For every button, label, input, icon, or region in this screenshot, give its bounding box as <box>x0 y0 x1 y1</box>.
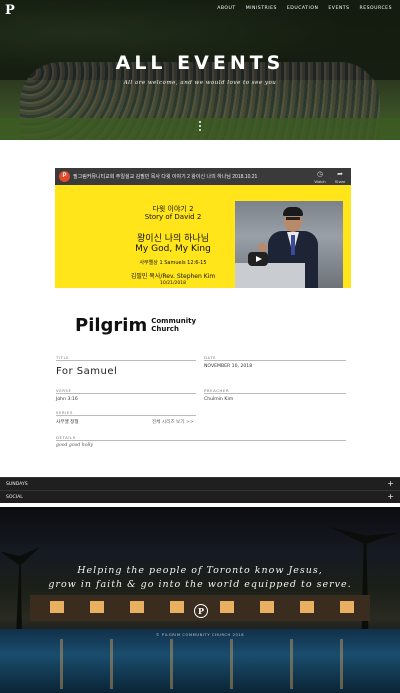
pool-reflection <box>0 629 400 693</box>
sermon-date: NOVEMBER 10, 2018 <box>204 364 253 369</box>
sermon-title: For Samuel <box>56 366 118 377</box>
nav-resources[interactable]: RESOURCES <box>360 6 392 11</box>
nav-education[interactable]: EDUCATION <box>287 6 319 11</box>
share-icon: ➦ <box>337 171 343 178</box>
brand-pilgrim: Pilgrim <box>75 314 148 336</box>
plus-icon: + <box>387 479 394 488</box>
share-button[interactable]: ➦ Share <box>330 171 350 184</box>
footer-tagline-2: grow in faith & go into the world equipp… <box>48 579 352 590</box>
copyright: © PILGRIM COMMUNITY CHURCH 2018 <box>155 633 245 637</box>
video-player[interactable]: P 필그림커뮤니티교회 주일설교 김필민 목사 다윗 이야기 2 왕이신 나의 … <box>55 168 351 348</box>
palm-tree <box>0 547 40 637</box>
video-title[interactable]: 필그림커뮤니티교회 주일설교 김필민 목사 다윗 이야기 2 왕이신 나의 하나… <box>73 173 257 180</box>
clock-icon: ◷ <box>316 171 324 178</box>
preacher-photo <box>235 201 343 288</box>
page: P ABOUT MINISTRIES EDUCATION EVENTS RESO… <box>0 0 400 693</box>
footer-logo[interactable]: P <box>194 604 208 618</box>
nav-events[interactable]: EVENTS <box>328 6 349 11</box>
page-title: ALL EVENTS <box>115 52 285 74</box>
accordion-social[interactable]: SOCIAL + <box>0 490 400 503</box>
sermon-preacher: Chulmin Kim <box>204 397 234 402</box>
brand-community-church: Community Church <box>151 317 197 333</box>
sermon-details: good good holly <box>56 443 94 448</box>
more-dots-icon[interactable] <box>198 121 202 135</box>
video-title-bar: P 필그림커뮤니티교회 주일설교 김필민 목사 다윗 이야기 2 왕이신 나의 … <box>55 168 351 189</box>
page-subtitle: All are welcome, and we would love to se… <box>123 80 277 86</box>
nav-about[interactable]: ABOUT <box>217 6 236 11</box>
church-brand: Pilgrim Community Church <box>75 314 196 336</box>
sermon-series: 사무엘 정형 <box>56 420 79 425</box>
main-nav: ABOUT MINISTRIES EDUCATION EVENTS RESOUR… <box>217 6 392 11</box>
play-icon[interactable] <box>248 252 268 266</box>
nav-ministries[interactable]: MINISTRIES <box>246 6 277 11</box>
footer-tagline-1: Helping the people of Toronto know Jesus… <box>77 565 323 576</box>
view-series-link[interactable]: 전체 시리즈 보기 >> <box>152 419 194 425</box>
footer: Helping the people of Toronto know Jesus… <box>0 507 400 693</box>
accordion-sundays[interactable]: SUNDAYS + <box>0 477 400 490</box>
plus-icon: + <box>387 492 394 501</box>
site-logo[interactable]: P <box>5 4 17 18</box>
hero-banner: P ABOUT MINISTRIES EDUCATION EVENTS RESO… <box>0 0 400 140</box>
channel-avatar[interactable]: P <box>59 171 70 182</box>
sermon-verse: John 3:16 <box>56 397 78 402</box>
